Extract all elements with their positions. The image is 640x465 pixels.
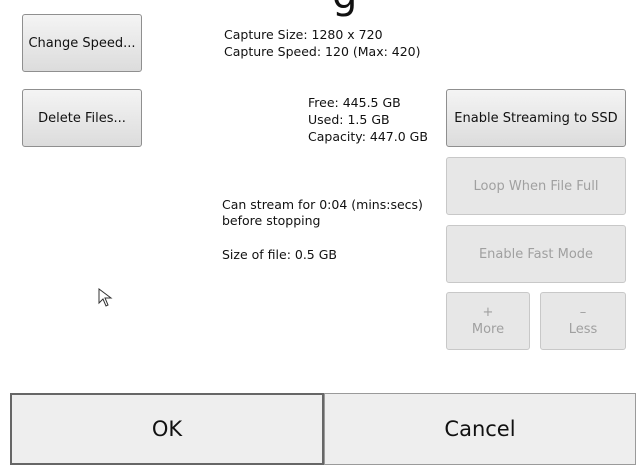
capture-speed-text: Capture Speed: 120 (Max: 420) [224,44,421,59]
enable-fast-mode-button[interactable]: Enable Fast Mode [446,225,626,283]
capacity-text: Capacity: 447.0 GB [308,129,428,144]
cancel-button[interactable]: Cancel [324,393,636,465]
used-space-text: Used: 1.5 GB [308,112,390,127]
file-size-text: Size of file: 0.5 GB [222,247,337,262]
loop-when-full-button[interactable]: Loop When File Full [446,157,626,215]
ok-button[interactable]: OK [10,393,324,465]
stream-duration-text: Can stream for 0:04 (mins:secs) [222,197,423,212]
less-button-label: Less [568,322,598,337]
window-title-fragment: g [332,0,357,18]
stream-duration-note: before stopping [222,213,321,228]
change-speed-button[interactable]: Change Speed... [22,14,142,72]
plus-icon: + [482,305,494,320]
enable-streaming-button[interactable]: Enable Streaming to SSD [446,89,626,147]
free-space-text: Free: 445.5 GB [308,95,401,110]
mouse-pointer-icon [98,288,113,307]
capture-size-text: Capture Size: 1280 x 720 [224,27,383,42]
delete-files-button[interactable]: Delete Files... [22,89,142,147]
more-button-label: More [471,322,505,337]
minus-icon: – [579,305,587,320]
more-button[interactable]: + More [446,292,530,350]
less-button[interactable]: – Less [540,292,626,350]
